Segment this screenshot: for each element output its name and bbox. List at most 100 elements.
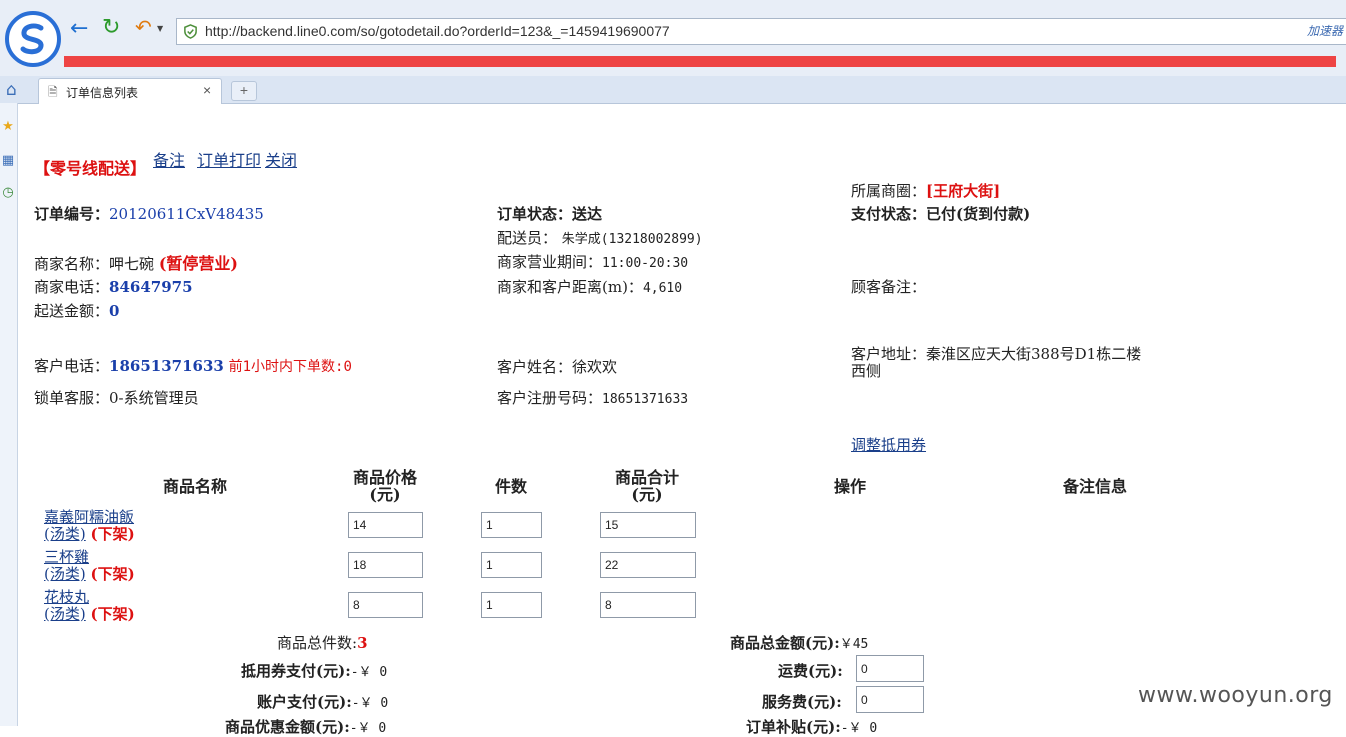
register-phone-label: 客户注册号码： xyxy=(497,389,603,407)
product-state: (下架) xyxy=(90,565,135,583)
col-header-note: 备注信息 xyxy=(1062,477,1127,496)
customer-address-line1: 秦淮区应天大街388号D1栋二楼 xyxy=(926,345,1142,363)
mall-label: 所属商圈： xyxy=(851,182,927,200)
order-no-value: 20120611CxV48435 xyxy=(109,205,264,223)
table-row: 嘉義阿糯油飯 (汤类) (下架) xyxy=(44,509,135,543)
total-count-value: 3 xyxy=(357,634,368,652)
pay-status-label: 支付状态： xyxy=(851,205,927,223)
col-header-price-line2: (元) xyxy=(369,485,401,504)
order-no-label: 订单编号： xyxy=(34,205,110,223)
watermark: www.wooyun.org xyxy=(1138,683,1333,708)
total-amount-field: 商品总金额(元):￥45 xyxy=(730,632,868,653)
distance-field: 商家和客户距离(m)：4,610 xyxy=(497,276,682,297)
recent-orders-count: 前1小时内下单数:0 xyxy=(228,359,352,375)
remark-link[interactable]: 备注 xyxy=(153,147,185,171)
history-icon[interactable]: ◷ xyxy=(0,185,16,200)
customer-address-line2: 西侧 xyxy=(851,362,882,380)
refresh-icon[interactable]: ↻ xyxy=(102,15,120,40)
hours-field: 商家营业期间：11:00-20:30 xyxy=(497,251,688,272)
total-input[interactable] xyxy=(600,592,696,618)
col-header-price: 商品价格 (元) xyxy=(340,469,430,503)
customer-address-label: 客户地址： xyxy=(851,345,927,363)
coupon-pay-value: -￥ 0 xyxy=(350,665,388,680)
url-text[interactable]: http://backend.line0.com/so/gotodetail.d… xyxy=(205,19,670,44)
star-icon[interactable]: ★ xyxy=(0,119,16,134)
mall-field: 所属商圈：[王府大街] xyxy=(851,180,1000,201)
undo-icon[interactable]: ↶ xyxy=(135,15,152,39)
subsidy-value: -￥ 0 xyxy=(840,721,878,736)
freight-input[interactable] xyxy=(856,655,924,682)
account-pay-value: -￥ 0 xyxy=(351,696,389,711)
side-panel: ★ ▦ ◷ xyxy=(0,103,18,726)
hours-value: 11:00-20:30 xyxy=(602,256,689,271)
product-name-link[interactable]: 嘉義阿糯油飯 xyxy=(44,508,134,526)
service-fee-label: 服务费(元): xyxy=(762,693,842,711)
address-bar[interactable]: http://backend.line0.com/so/gotodetail.d… xyxy=(176,18,1346,45)
price-input[interactable] xyxy=(348,512,423,538)
col-header-name: 商品名称 xyxy=(162,477,227,496)
customer-name-label: 客户姓名： xyxy=(497,358,573,376)
qty-input[interactable] xyxy=(481,592,542,618)
order-status-value: 送达 xyxy=(572,205,603,223)
back-icon[interactable]: ← xyxy=(70,16,88,41)
page-icon: 🗎 xyxy=(48,85,58,99)
courier-label: 配送员： xyxy=(497,229,558,247)
col-header-qty: 件数 xyxy=(494,477,527,496)
total-input[interactable] xyxy=(600,512,696,538)
lock-service-field: 锁单客服：0-系统管理员 xyxy=(34,387,199,408)
customer-address-field: 客户地址：秦淮区应天大街388号D1栋二楼 西侧 xyxy=(851,346,1141,380)
merchant-label: 商家名称： xyxy=(34,255,110,273)
new-tab-button[interactable]: + xyxy=(231,81,257,101)
home-icon[interactable]: ⌂ xyxy=(6,80,17,100)
price-input[interactable] xyxy=(348,592,423,618)
customer-phone-label: 客户电话： xyxy=(34,357,110,375)
register-phone-value: 18651371633 xyxy=(602,392,689,407)
table-row: 三杯雞 (汤类) (下架) xyxy=(44,549,135,583)
product-name-link[interactable]: 花枝丸 xyxy=(44,588,89,606)
order-status-label: 订单状态： xyxy=(497,205,573,223)
account-pay-field: 账户支付(元):-￥ 0 xyxy=(257,691,388,712)
hours-label: 商家营业期间： xyxy=(497,253,603,271)
product-name-link[interactable]: 三杯雞 xyxy=(44,548,89,566)
qty-input[interactable] xyxy=(481,552,542,578)
monitor-icon[interactable]: ▦ xyxy=(0,153,16,168)
min-amount-value: 0 xyxy=(109,302,120,320)
close-tab-icon[interactable]: × xyxy=(203,82,211,98)
close-link[interactable]: 关闭 xyxy=(265,147,297,171)
product-category[interactable]: (汤类) xyxy=(44,525,86,543)
shield-icon xyxy=(184,24,197,39)
adjust-coupon-link[interactable]: 调整抵用券 xyxy=(851,434,926,455)
subsidy-label: 订单补贴(元): xyxy=(746,718,841,736)
courier-value: 朱学成(13218002899) xyxy=(561,232,703,247)
accelerator-button[interactable]: 加速器 xyxy=(1307,19,1343,44)
lock-service-label: 锁单客服： xyxy=(34,389,110,407)
customer-remark-label: 顾客备注： xyxy=(851,278,927,296)
distance-value: 4,610 xyxy=(642,281,683,296)
product-category[interactable]: (汤类) xyxy=(44,565,86,583)
discount-field: 商品优惠金额(元):-￥ 0 xyxy=(225,716,386,737)
chevron-down-icon[interactable]: ▼ xyxy=(157,24,163,33)
col-header-action: 操作 xyxy=(833,477,866,496)
print-order-link[interactable]: 订单打印 xyxy=(197,147,261,171)
tab-title: 订单信息列表 xyxy=(66,86,139,100)
subsidy-field: 订单补贴(元):-￥ 0 xyxy=(746,716,877,737)
browser-logo-icon[interactable] xyxy=(5,11,61,67)
pay-status-field: 支付状态：已付(货到付款) xyxy=(851,203,1030,224)
customer-name-field: 客户姓名：徐欢欢 xyxy=(497,356,617,377)
customer-phone-field: 客户电话：18651371633 前1小时内下单数:0 xyxy=(34,355,352,376)
pay-status-value: 已付(货到付款) xyxy=(926,205,1031,223)
total-input[interactable] xyxy=(600,552,696,578)
merchant-field: 商家名称：呷七碗 (暂停营业) xyxy=(34,250,238,274)
service-fee-input[interactable] xyxy=(856,686,924,713)
total-count-field: 商品总件数:3 xyxy=(277,632,368,653)
tab-order-list[interactable]: 🗎 订单信息列表 × xyxy=(38,78,222,104)
merchant-phone-label: 商家电话： xyxy=(34,278,110,296)
qty-input[interactable] xyxy=(481,512,542,538)
freight-label: 运费(元): xyxy=(778,662,843,680)
lock-service-value: 0-系统管理员 xyxy=(109,389,199,407)
product-category[interactable]: (汤类) xyxy=(44,605,86,623)
merchant-value: 呷七碗 xyxy=(109,255,155,273)
price-input[interactable] xyxy=(348,552,423,578)
order-status-field: 订单状态：送达 xyxy=(497,203,602,224)
register-phone-field: 客户注册号码：18651371633 xyxy=(497,387,688,408)
